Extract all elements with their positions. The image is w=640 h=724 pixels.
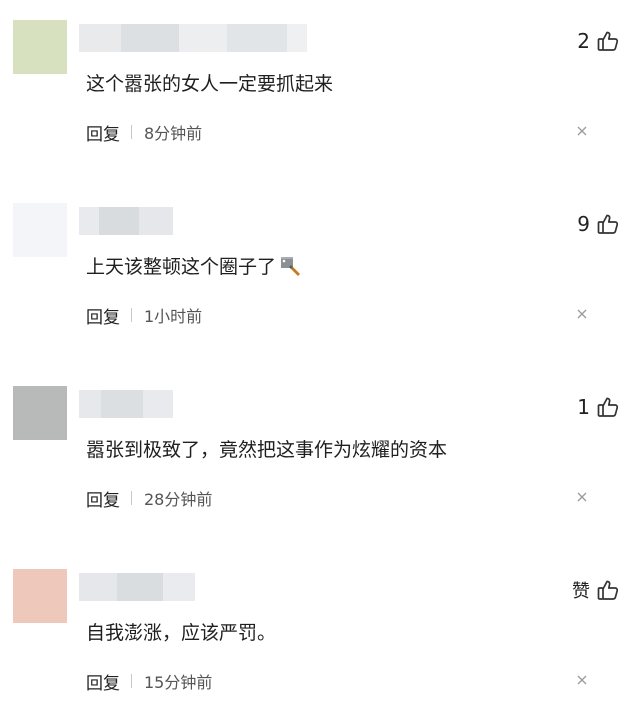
reply-button[interactable]: 回复 <box>86 669 120 694</box>
username-blurred[interactable] <box>79 390 173 418</box>
avatar[interactable] <box>13 203 67 257</box>
like-button[interactable]: 赞 <box>572 577 620 603</box>
like-count: 2 <box>577 29 590 53</box>
comment-meta: 回复 15分钟前 <box>86 669 213 694</box>
like-button[interactable]: 2 <box>577 28 620 54</box>
comment-item: 这个嚣张的女人一定要抓起来 回复 8分钟前 2 <box>0 0 640 175</box>
username-blurred[interactable] <box>79 207 173 235</box>
thumbs-up-icon <box>596 578 620 602</box>
close-icon[interactable] <box>575 307 589 321</box>
username-blurred[interactable] <box>79 573 195 601</box>
knife-emoji-icon <box>278 255 304 285</box>
reply-button[interactable]: 回复 <box>86 486 120 511</box>
like-count: 赞 <box>572 581 590 602</box>
comment-text: 上天该整顿这个圈子了 <box>86 253 304 285</box>
comment-time: 8分钟前 <box>144 124 203 143</box>
like-button[interactable]: 1 <box>577 394 620 420</box>
close-icon[interactable] <box>575 673 589 687</box>
comment-item: 自我澎涨，应该严罚。 回复 15分钟前 赞 <box>0 549 640 724</box>
reply-button[interactable]: 回复 <box>86 303 120 328</box>
comment-item: 上天该整顿这个圈子了 回复 1小时前 9 <box>0 183 640 358</box>
thumbs-up-icon <box>596 29 620 53</box>
divider <box>131 674 132 688</box>
comment-meta: 回复 8分钟前 <box>86 120 203 145</box>
comment-time: 15分钟前 <box>144 673 213 692</box>
like-count: 9 <box>577 212 590 236</box>
comment-time: 1小时前 <box>144 307 203 326</box>
avatar[interactable] <box>13 386 67 440</box>
comment-item: 嚣张到极致了，竟然把这事作为炫耀的资本 回复 28分钟前 1 <box>0 366 640 541</box>
divider <box>131 491 132 505</box>
avatar[interactable] <box>13 20 67 74</box>
comment-text-content: 上天该整顿这个圈子了 <box>86 256 277 278</box>
like-button[interactable]: 9 <box>577 211 620 237</box>
like-count: 1 <box>577 395 590 419</box>
divider <box>131 308 132 322</box>
close-icon[interactable] <box>575 124 589 138</box>
comment-time: 28分钟前 <box>144 490 213 509</box>
comment-meta: 回复 28分钟前 <box>86 486 213 511</box>
reply-button[interactable]: 回复 <box>86 120 120 145</box>
thumbs-up-icon <box>596 212 620 236</box>
comment-text: 这个嚣张的女人一定要抓起来 <box>86 73 334 95</box>
divider <box>131 125 132 139</box>
thumbs-up-icon <box>596 395 620 419</box>
close-icon[interactable] <box>575 490 589 504</box>
avatar[interactable] <box>13 569 67 623</box>
comment-text: 嚣张到极致了，竟然把这事作为炫耀的资本 <box>86 439 448 461</box>
comment-meta: 回复 1小时前 <box>86 303 203 328</box>
username-blurred[interactable] <box>79 24 307 52</box>
comment-text: 自我澎涨，应该严罚。 <box>86 622 277 644</box>
